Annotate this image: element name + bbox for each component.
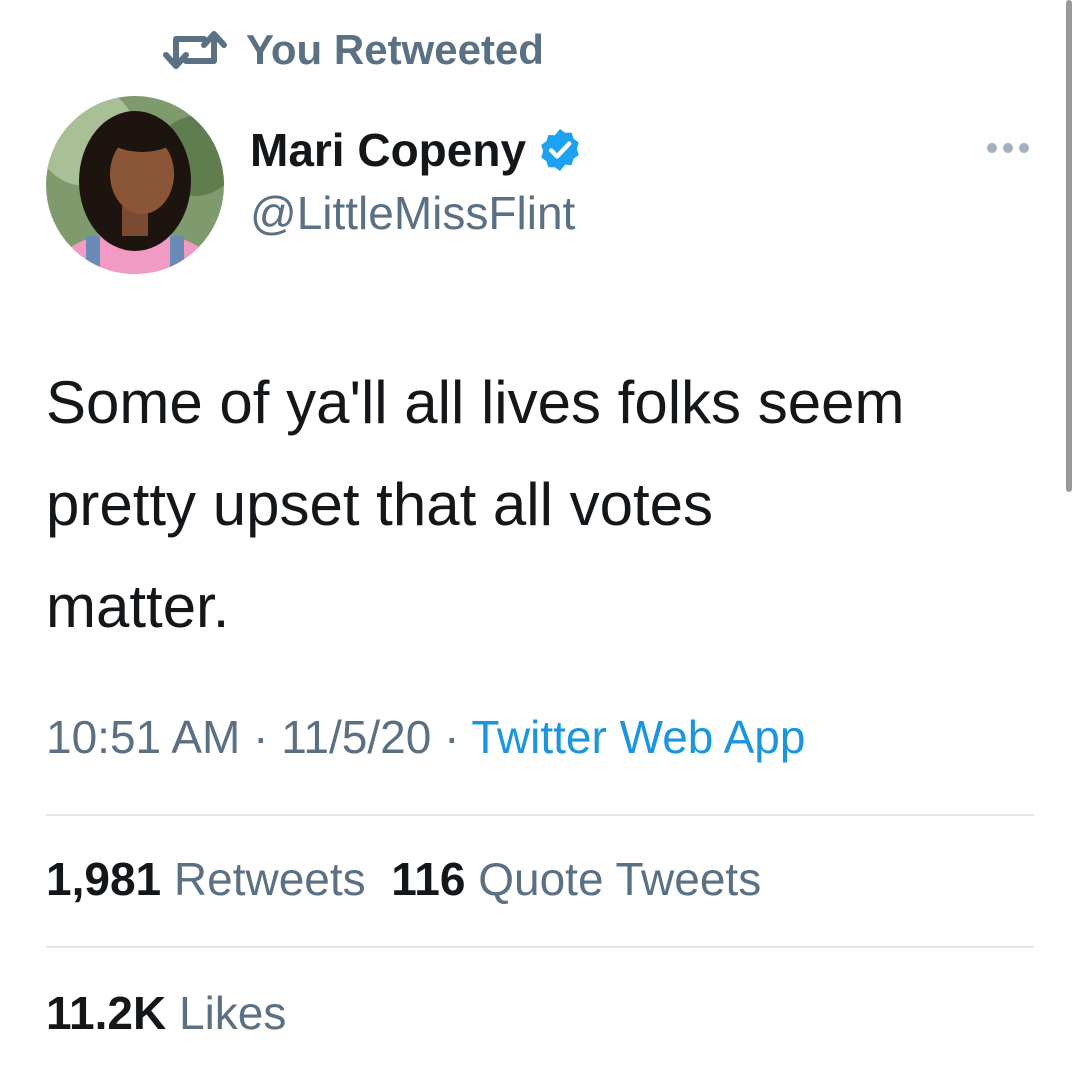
- scrollbar[interactable]: [1066, 0, 1072, 492]
- divider: [46, 946, 1034, 948]
- tweet-text: Some of ya'll all lives folks seem prett…: [46, 352, 1046, 658]
- author-name[interactable]: Mari Copeny: [250, 123, 526, 177]
- author-handle[interactable]: @LittleMissFlint: [250, 186, 575, 240]
- author-name-row[interactable]: Mari Copeny: [250, 120, 584, 180]
- retweet-icon: [162, 27, 228, 73]
- likes-count: 11.2K: [46, 987, 167, 1039]
- avatar[interactable]: [46, 96, 224, 274]
- quote-tweets-count: 116: [391, 853, 466, 905]
- engagement-stats: 1,981 Retweets 116 Quote Tweets: [46, 852, 761, 906]
- tweet-source-link[interactable]: Twitter Web App: [471, 711, 805, 763]
- meta-separator: ·: [431, 711, 472, 763]
- tweet-text-line: Some of ya'll all lives folks seem: [46, 369, 905, 436]
- retweet-label: You Retweeted: [246, 26, 544, 73]
- verified-badge-icon: [536, 126, 584, 174]
- retweets-label: Retweets: [173, 853, 366, 905]
- meta-separator: ·: [240, 711, 282, 763]
- retweet-context: You Retweeted: [162, 22, 544, 78]
- tweet-time[interactable]: 10:51 AM: [46, 711, 240, 763]
- retweets-stat[interactable]: 1,981 Retweets: [46, 853, 366, 905]
- likes-stat[interactable]: 11.2K Likes: [46, 986, 286, 1040]
- more-options-icon[interactable]: [978, 128, 1038, 168]
- tweet-date[interactable]: 11/5/20: [281, 711, 431, 763]
- tweet-text-line: matter.: [46, 573, 230, 640]
- tweet-meta: 10:51 AM · 11/5/20 · Twitter Web App: [46, 710, 805, 764]
- quote-tweets-stat[interactable]: 116 Quote Tweets: [391, 853, 761, 905]
- divider: [46, 814, 1034, 816]
- quote-tweets-label: Quote Tweets: [478, 853, 762, 905]
- likes-label: Likes: [179, 987, 287, 1039]
- retweets-count: 1,981: [46, 853, 162, 905]
- tweet-text-line: pretty upset that all votes: [46, 471, 714, 538]
